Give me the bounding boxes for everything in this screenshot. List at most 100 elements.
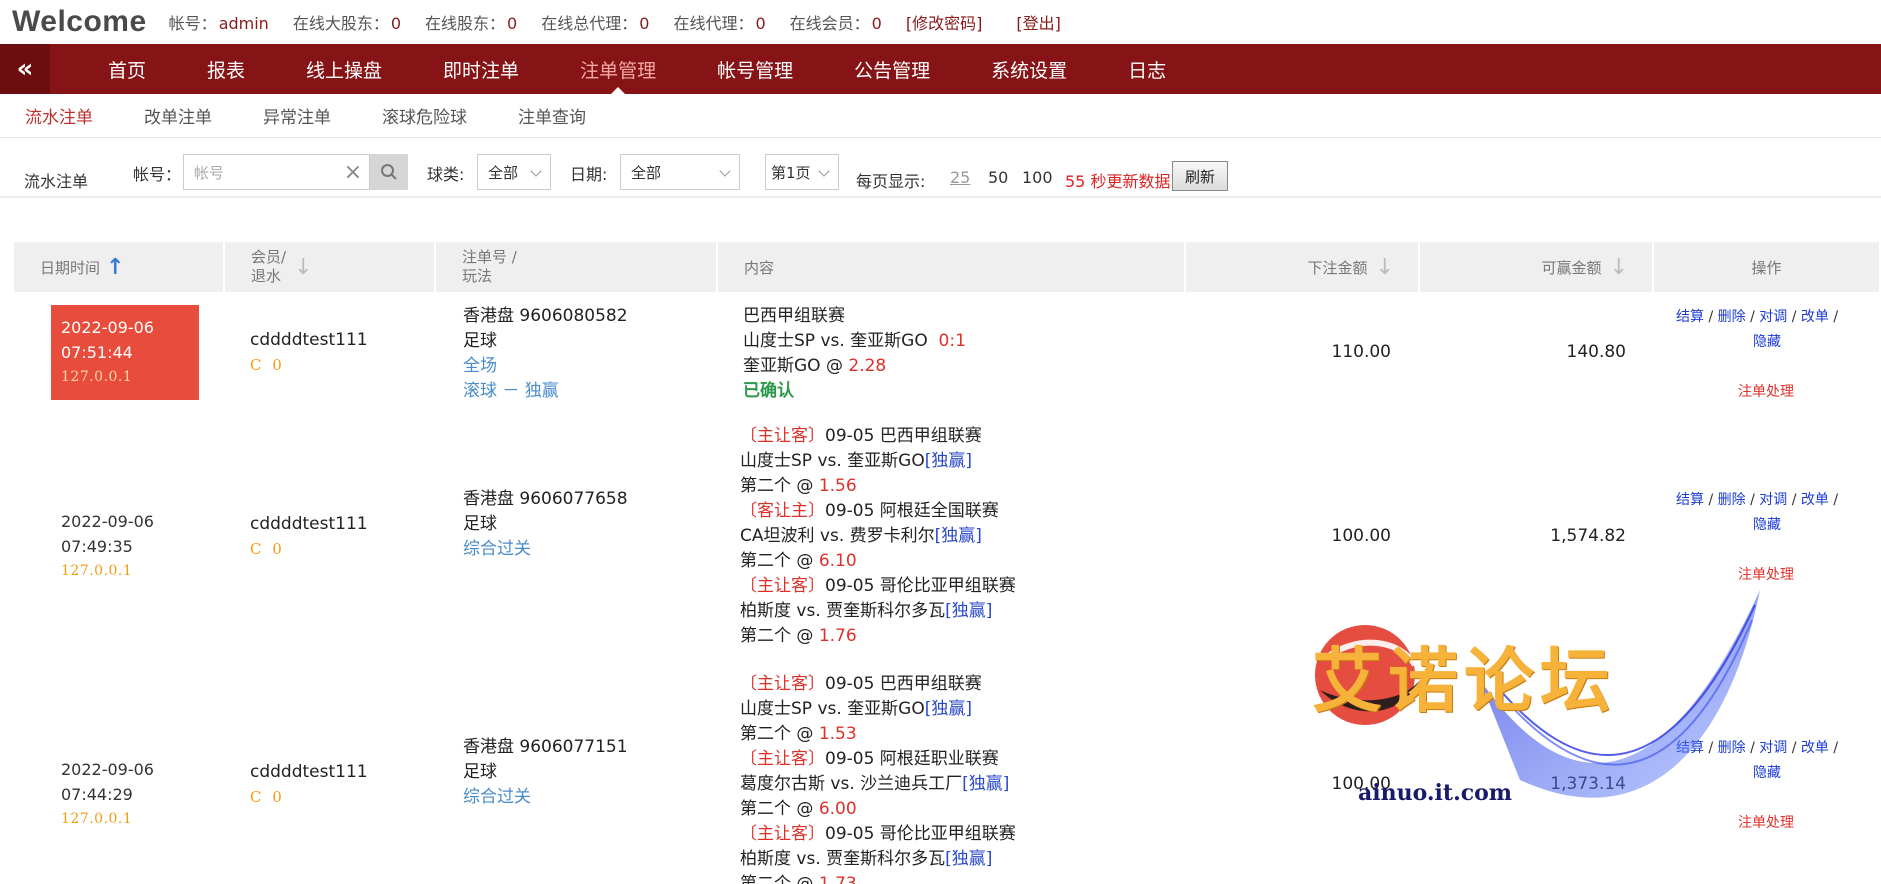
main-nav: « 首页 报表 线上操盘 即时注单 注单管理 帐号管理 公告管理 系统设置 日志 <box>0 44 1881 94</box>
ops-links: 结算 / 删除 / 对调 / 改单 / <box>1676 309 1839 325</box>
leg-teams: 葛度尔古斯 vs. 沙兰迪兵工厂[独赢] <box>740 772 1016 797</box>
process-bet-link[interactable]: 注单处理 <box>1738 811 1794 836</box>
header-bet-amount[interactable]: 下注金额 ↓ <box>1186 242 1420 292</box>
order-number: 香港盘 9606077658 <box>463 489 628 509</box>
nav-item-bet-management[interactable]: 注单管理 <box>562 44 674 94</box>
subnav-modified-bets[interactable]: 改单注单 <box>144 103 238 128</box>
clear-icon[interactable]: × <box>338 154 368 190</box>
refresh-countdown: 55 秒更新数据 <box>1065 172 1171 191</box>
per-page-100[interactable]: 100 <box>1022 168 1053 187</box>
modify-link[interactable]: 改单 <box>1801 309 1829 325</box>
delete-link[interactable]: 删除 <box>1718 309 1746 325</box>
hide-wrap: 隐藏 <box>1676 761 1876 786</box>
search-button[interactable] <box>370 154 408 190</box>
nav-item-logs[interactable]: 日志 <box>1110 44 1184 94</box>
leg-odds: 6.00 <box>818 799 857 819</box>
leg-header: 〔主让客〕09-05 阿根廷职业联赛 <box>740 747 1016 772</box>
per-page-25[interactable]: 25 <box>950 168 970 187</box>
ops-cell: 结算 / 删除 / 对调 / 改单 / 隐藏 注单处理 <box>1676 305 1876 400</box>
member-name: cddddtest111 <box>250 330 368 350</box>
bet-ip: 127.0.0.1 <box>61 369 133 385</box>
hide-wrap: 隐藏 <box>1676 513 1876 538</box>
refresh-button[interactable]: 刷新 <box>1172 161 1228 191</box>
leg-pick: 第二个 @ 1.76 <box>740 624 1016 649</box>
header-member-label: 会员/退水 <box>251 248 286 286</box>
bet-ip: 127.0.0.1 <box>61 811 133 827</box>
nav-item-account-management[interactable]: 帐号管理 <box>699 44 811 94</box>
swap-link[interactable]: 对调 <box>1759 492 1787 508</box>
leg-selection: 第二个 @ <box>740 724 814 744</box>
subnav-abnormal-bets[interactable]: 异常注单 <box>263 103 357 128</box>
leg-pick: 第二个 @ 6.10 <box>740 549 1016 574</box>
bet-amount: 100.00 <box>1331 526 1391 546</box>
leg-odds: 6.10 <box>818 551 857 571</box>
settle-link[interactable]: 结算 <box>1676 740 1704 756</box>
settle-link[interactable]: 结算 <box>1676 492 1704 508</box>
ops-links: 结算 / 删除 / 对调 / 改单 / <box>1676 740 1839 756</box>
header-datetime-label: 日期时间 <box>40 258 101 277</box>
change-password-link[interactable]: [修改密码] <box>906 10 983 34</box>
stat-online-members: 在线会员： 0 <box>790 10 882 34</box>
delete-link[interactable]: 删除 <box>1718 740 1746 756</box>
header-ops: 操作 <box>1654 242 1881 292</box>
hide-link[interactable]: 隐藏 <box>1753 517 1781 533</box>
nav-item-system-settings[interactable]: 系统设置 <box>973 44 1085 94</box>
leg-league: 09-05 哥伦比亚甲组联赛 <box>825 824 1016 844</box>
subnav-bet-query[interactable]: 注单查询 <box>518 103 612 128</box>
leg-odds: 1.73 <box>818 874 857 884</box>
bet-date: 2022-09-06 <box>61 512 154 531</box>
datetime-cell: 2022-09-06 07:44:29 127.0.0.1 <box>51 747 199 842</box>
swap-link[interactable]: 对调 <box>1759 740 1787 756</box>
date-select[interactable]: 全部 <box>620 154 740 190</box>
nav-item-online-trading[interactable]: 线上操盘 <box>288 44 400 94</box>
ops-cell: 结算 / 删除 / 对调 / 改单 / 隐藏 注单处理 <box>1676 736 1876 831</box>
page-select[interactable]: 第1页 <box>765 154 839 190</box>
settle-link[interactable]: 结算 <box>1676 309 1704 325</box>
member-cell: cddddtest111 C 0 <box>250 512 368 562</box>
hide-link[interactable]: 隐藏 <box>1753 765 1781 781</box>
play-type: 综合过关 <box>463 539 531 559</box>
swap-link[interactable]: 对调 <box>1759 309 1787 325</box>
modify-link[interactable]: 改单 <box>1801 492 1829 508</box>
logout-link[interactable]: [登出] <box>1016 10 1061 34</box>
leg-selection: 第二个 @ <box>740 874 814 884</box>
per-page-50[interactable]: 50 <box>988 168 1008 187</box>
stat-label: 在线总代理： <box>541 14 638 33</box>
collapse-sidebar-icon[interactable]: « <box>0 44 50 94</box>
top-status-bar: Welcome 帐号： admin 在线大股东： 0 在线股东： 0 在线总代理： 0 … <box>0 0 1881 44</box>
league-name: 巴西甲组联赛 <box>743 306 845 326</box>
leg-match: 柏斯度 vs. 贾奎斯科尔多瓦 <box>740 849 946 869</box>
leg-match: CA坦波利 vs. 费罗卡利尔 <box>740 526 935 546</box>
stat-label: 在线股东： <box>425 14 506 33</box>
leg-odds: 1.53 <box>818 724 857 744</box>
delete-link[interactable]: 删除 <box>1718 492 1746 508</box>
leg-market: [独赢] <box>934 526 982 546</box>
process-bet-link[interactable]: 注单处理 <box>1738 380 1794 405</box>
header-content: 内容 <box>718 242 1186 292</box>
order-cell: 香港盘 9606077658 足球 综合过关 <box>463 487 628 562</box>
stat-online-shareholders: 在线股东： 0 <box>425 10 517 34</box>
header-member[interactable]: 会员/退水 ↓ <box>225 242 436 292</box>
account-value: admin <box>218 14 269 33</box>
section-title: 流水注单 <box>24 172 89 191</box>
sport-select[interactable]: 全部 <box>477 154 551 190</box>
hide-link[interactable]: 隐藏 <box>1753 334 1781 350</box>
nav-item-announcements[interactable]: 公告管理 <box>836 44 948 94</box>
table-header: 日期时间 ↑ 会员/退水 ↓ 注单号 / 玩法 内容 下注金额 ↓ 可赢金额 ↓ 操作 <box>14 242 1881 292</box>
header-win-amount[interactable]: 可赢金额 ↓ <box>1420 242 1654 292</box>
nav-item-home[interactable]: 首页 <box>90 44 164 94</box>
datetime-cell: 2022-09-06 07:51:44 127.0.0.1 <box>51 305 199 400</box>
nav-item-live-bets[interactable]: 即时注单 <box>425 44 537 94</box>
subnav-flow-bets[interactable]: 流水注单 <box>25 103 119 128</box>
modify-link[interactable]: 改单 <box>1801 740 1829 756</box>
stat-label: 在线大股东： <box>292 14 389 33</box>
subnav-live-danger-ball[interactable]: 滚球危险球 <box>382 103 493 128</box>
header-order-line2: 玩法 <box>462 267 493 285</box>
leg-market: [独赢] <box>945 601 993 621</box>
process-bet-link[interactable]: 注单处理 <box>1738 563 1794 588</box>
header-datetime[interactable]: 日期时间 ↑ <box>14 242 225 292</box>
leg-odds: 1.56 <box>818 476 857 496</box>
ops-cell: 结算 / 删除 / 对调 / 改单 / 隐藏 注单处理 <box>1676 488 1876 583</box>
stat-online-general-agents: 在线总代理： 0 <box>541 10 649 34</box>
nav-item-reports[interactable]: 报表 <box>189 44 263 94</box>
